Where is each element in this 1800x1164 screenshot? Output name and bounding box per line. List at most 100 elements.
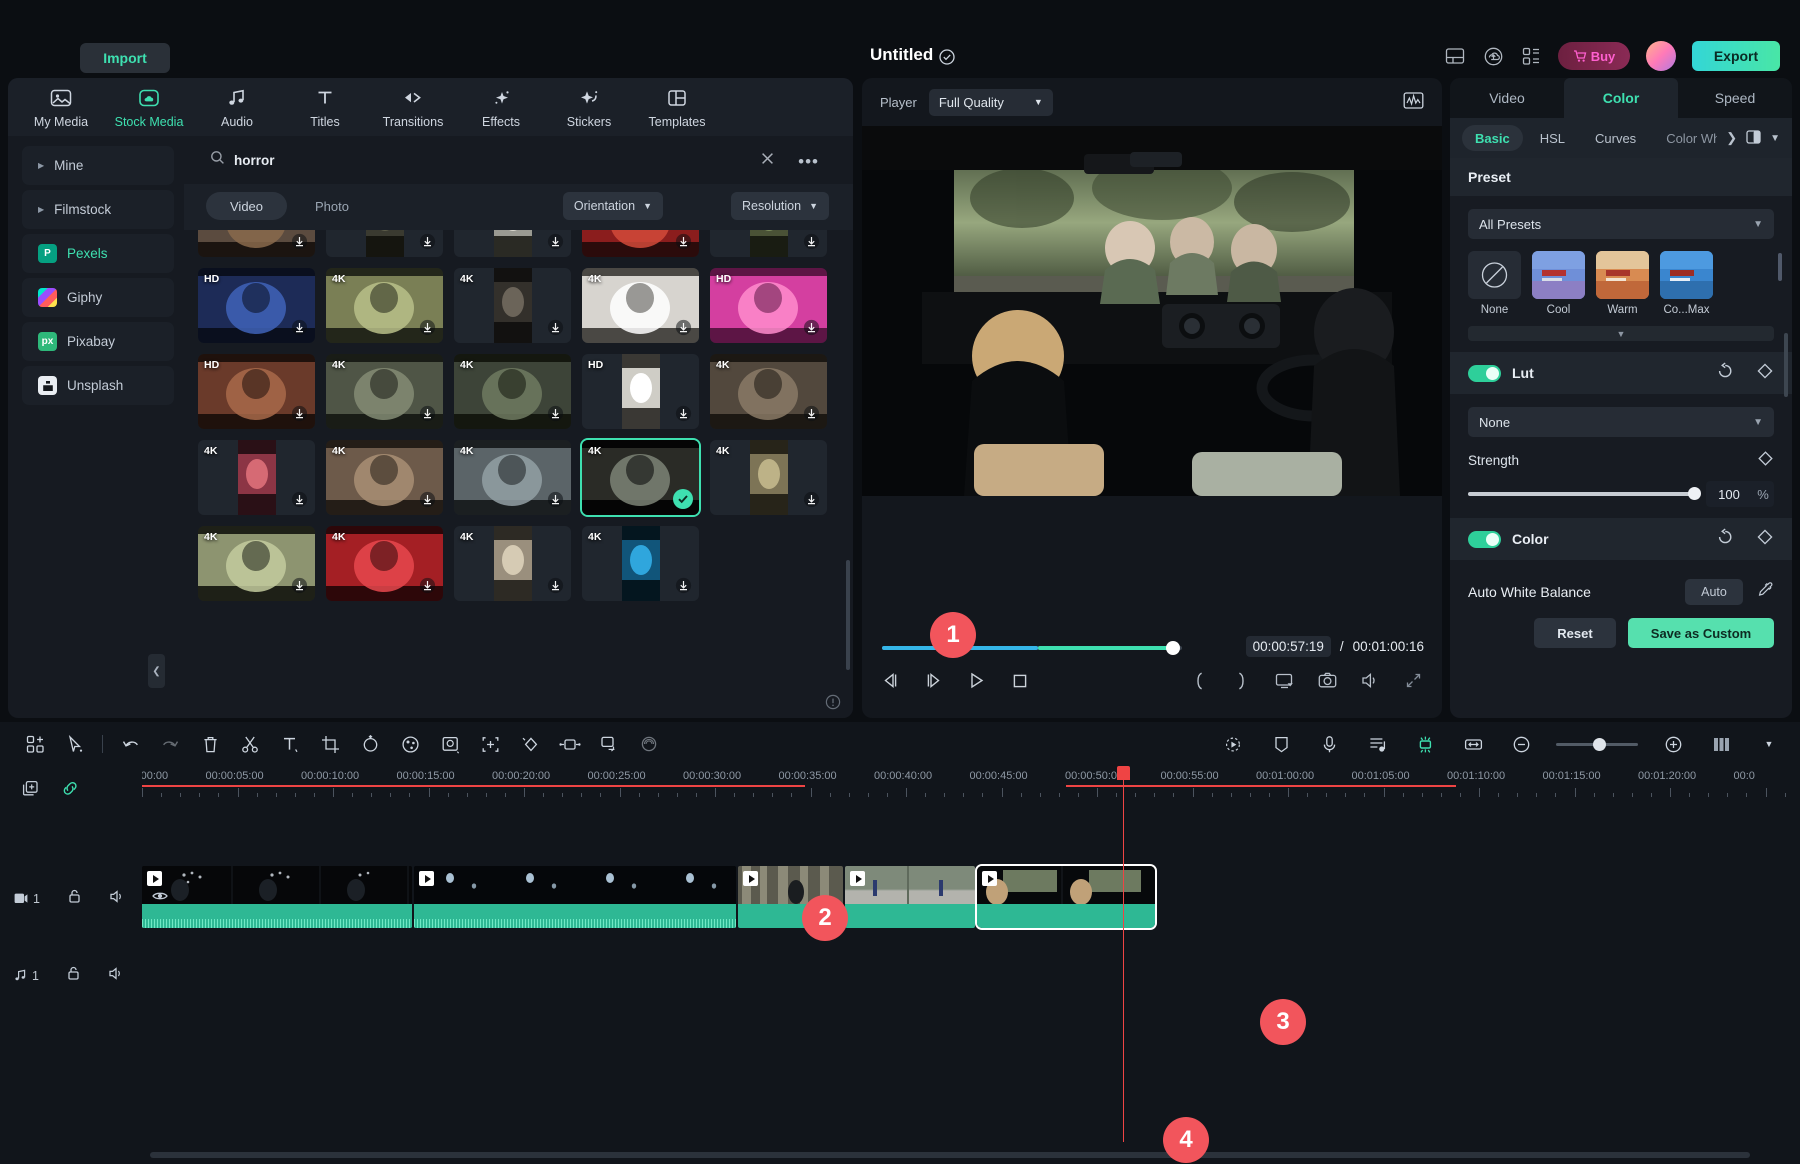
media-item[interactable]: 4K (454, 526, 571, 601)
download-icon[interactable] (803, 233, 820, 250)
keyframe-diamond-icon[interactable] (517, 731, 543, 757)
nav-tab-audio[interactable]: Audio (206, 86, 268, 129)
segment-video[interactable]: Video (206, 192, 287, 220)
select-arrow-icon[interactable] (62, 731, 88, 757)
nav-tab-my-media[interactable]: My Media (30, 86, 92, 129)
download-icon[interactable] (419, 405, 436, 422)
sub-tab-color-wheel[interactable]: Color Wh (1653, 125, 1717, 151)
render-preview-icon[interactable] (1274, 670, 1295, 691)
timeline-zoom-knob[interactable] (1593, 738, 1606, 751)
media-item[interactable]: 4K (326, 230, 443, 257)
reset-button[interactable]: Reset (1534, 618, 1616, 648)
media-results-grid[interactable]: 4K4K4K4K4KHD4K4K4KHDHD4K4KHD4K4K4K4K4K4K… (184, 230, 853, 718)
media-item[interactable]: 4K (198, 230, 315, 257)
keyframe-diamond-icon[interactable] (1756, 362, 1774, 385)
audio-mixer-icon[interactable] (1364, 731, 1390, 757)
speaker-icon[interactable] (108, 966, 124, 986)
timeline-clip[interactable] (845, 866, 975, 928)
video-track-header[interactable]: 1 (14, 888, 169, 909)
media-item[interactable]: 4K (454, 230, 571, 257)
media-item[interactable]: HD (198, 268, 315, 343)
tab-color[interactable]: Color (1564, 78, 1678, 118)
download-icon[interactable] (547, 233, 564, 250)
sub-tab-curves[interactable]: Curves (1582, 125, 1649, 151)
media-item[interactable]: 4K (198, 526, 315, 601)
play-icon[interactable] (966, 670, 987, 691)
timeline-zoom-slider[interactable] (1556, 743, 1638, 746)
download-icon[interactable] (419, 491, 436, 508)
ai-audio-icon[interactable] (637, 731, 663, 757)
import-button[interactable]: Import (80, 43, 170, 73)
nav-tab-stock-media[interactable]: Stock Media (118, 86, 180, 129)
next-frame-icon[interactable] (923, 670, 944, 691)
timeline-ruler[interactable]: 00:00:00:0000:00:05:0000:00:10:0000:00:1… (142, 766, 1800, 798)
color-palette-icon[interactable] (397, 731, 423, 757)
timeline-horizontal-scrollbar[interactable] (150, 1152, 1750, 1158)
download-icon[interactable] (675, 319, 692, 336)
media-item[interactable]: HD (710, 268, 827, 343)
preset-cool[interactable]: Cool (1532, 251, 1585, 316)
mark-in-icon[interactable] (1188, 670, 1209, 691)
preset-warm[interactable]: Warm (1596, 251, 1649, 316)
audio-track-header[interactable]: 1 (14, 965, 124, 986)
auto-reframe-icon[interactable] (597, 731, 623, 757)
media-item[interactable]: HD (582, 354, 699, 429)
quality-dropdown[interactable]: Full Quality ▼ (929, 89, 1053, 116)
grid-apps-icon[interactable] (1520, 45, 1542, 67)
progress-knob[interactable] (1166, 641, 1180, 655)
buy-button[interactable]: Buy (1558, 42, 1630, 70)
lock-icon[interactable] (66, 965, 81, 986)
download-icon[interactable] (419, 233, 436, 250)
waveform-scope-icon[interactable] (1403, 91, 1424, 110)
avatar[interactable] (1646, 41, 1676, 71)
volume-icon[interactable] (1360, 670, 1381, 691)
fit-timeline-icon[interactable] (1460, 731, 1486, 757)
awb-auto-button[interactable]: Auto (1685, 579, 1743, 605)
sub-tab-basic[interactable]: Basic (1462, 125, 1523, 151)
nav-tab-transitions[interactable]: Transitions (382, 86, 444, 129)
color-toggle[interactable] (1468, 531, 1501, 548)
layout-icon[interactable] (1444, 45, 1466, 67)
speed-ramp-icon[interactable] (1220, 731, 1246, 757)
media-item[interactable]: 4K (454, 354, 571, 429)
speaker-icon[interactable] (109, 889, 125, 909)
auto-sync-icon[interactable] (1412, 731, 1438, 757)
download-icon[interactable] (675, 577, 692, 594)
preset-none[interactable]: None (1468, 251, 1521, 316)
media-item[interactable]: 4K (582, 526, 699, 601)
media-item[interactable]: 4K (454, 268, 571, 343)
more-dots-icon[interactable]: ••• (798, 152, 819, 172)
tab-speed[interactable]: Speed (1678, 78, 1792, 118)
download-icon[interactable] (803, 405, 820, 422)
source-item-filmstock[interactable]: ▶ Filmstock (22, 190, 174, 229)
lut-toggle[interactable] (1468, 365, 1501, 382)
mark-out-icon[interactable] (1231, 670, 1252, 691)
media-item[interactable]: 4K (326, 526, 443, 601)
lut-dropdown[interactable]: None ▼ (1468, 407, 1774, 437)
timeline-tracks[interactable] (142, 798, 1800, 1142)
download-icon[interactable] (419, 319, 436, 336)
media-item[interactable]: 4K (326, 268, 443, 343)
media-item[interactable]: 4K (582, 268, 699, 343)
preset-contrast-max[interactable]: Co...Max (1660, 251, 1713, 316)
split-scissors-icon[interactable] (237, 731, 263, 757)
segment-photo[interactable]: Photo (291, 192, 373, 220)
timeline-clip-selected[interactable] (977, 866, 1155, 928)
timeline-clip[interactable] (414, 866, 736, 928)
eye-icon[interactable] (152, 889, 169, 908)
media-item[interactable]: 4K (710, 230, 827, 257)
compare-view-icon[interactable] (1746, 130, 1761, 147)
media-item[interactable]: 4K (326, 440, 443, 515)
crop-icon[interactable] (317, 731, 343, 757)
add-frame-icon[interactable] (477, 731, 503, 757)
source-item-mine[interactable]: ▶ Mine (22, 146, 174, 185)
chevron-down-icon[interactable]: ▼ (1756, 731, 1782, 757)
duplicate-icon[interactable] (22, 780, 39, 802)
fullscreen-icon[interactable] (1403, 670, 1424, 691)
keyframe-diamond-icon[interactable] (1757, 450, 1774, 470)
orientation-dropdown[interactable]: Orientation ▼ (563, 192, 663, 220)
undo-icon[interactable] (117, 731, 143, 757)
media-item[interactable]: 4K (326, 354, 443, 429)
prev-frame-icon[interactable] (880, 670, 901, 691)
source-item-giphy[interactable]: Giphy (22, 278, 174, 317)
